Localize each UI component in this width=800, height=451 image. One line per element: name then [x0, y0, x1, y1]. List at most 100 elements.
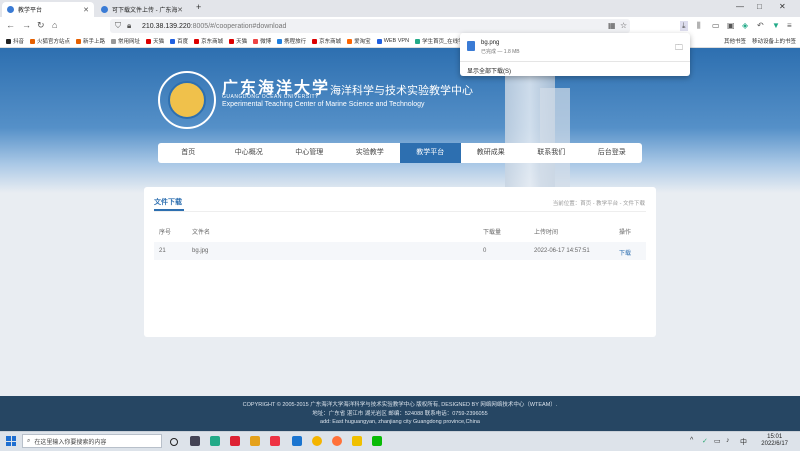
column-header-time: 上传时间	[534, 230, 559, 236]
clock-time: 15:01	[767, 434, 783, 440]
lock-icon[interactable]: 🔒︎	[127, 21, 131, 31]
app-icon[interactable]	[210, 436, 220, 446]
wechat-icon[interactable]	[372, 436, 382, 446]
reader-view-icon[interactable]: ▦	[608, 21, 616, 30]
bookmark-item[interactable]: 常用网址	[111, 37, 140, 45]
bookmark-item[interactable]: 微博	[253, 37, 271, 45]
image-file-icon	[467, 41, 475, 51]
app-icon[interactable]	[230, 436, 240, 446]
task-view-icon[interactable]	[190, 436, 200, 446]
network-icon[interactable]: ▭	[714, 437, 721, 445]
divider	[154, 211, 646, 212]
cortana-icon[interactable]	[170, 438, 178, 446]
show-all-downloads-button[interactable]: 显示全部下载(S)	[467, 66, 511, 75]
tray-app-icon[interactable]: ✓	[702, 437, 708, 445]
main-nav: 首页 中心概况 中心管理 实验教学 教学平台 教研成果 联系我们 后台登录	[158, 143, 642, 163]
bookmark-item[interactable]: 携程旅行	[277, 37, 306, 45]
file-explorer-icon[interactable]	[250, 436, 260, 446]
bookmark-item[interactable]: 天猫	[229, 37, 247, 45]
nav-experiment[interactable]: 实验教学	[340, 143, 401, 163]
windows-start-icon[interactable]	[6, 436, 16, 446]
cell-id: 21	[159, 248, 166, 254]
bookmark-item[interactable]: 抖音	[6, 37, 24, 45]
downloads-icon[interactable]: ⤓	[680, 21, 688, 31]
new-tab-button[interactable]: +	[196, 2, 201, 12]
extension-icon[interactable]: ◈	[742, 21, 748, 30]
nav-teaching-platform[interactable]: 教学平台	[400, 143, 461, 163]
other-bookmarks[interactable]: 其他书签	[724, 37, 746, 45]
downloads-panel: bg.png 已完成 — 1.8 MB 🗀 显示全部下载(S)	[460, 33, 690, 76]
nav-contact[interactable]: 联系我们	[521, 143, 582, 163]
url-host: 210.38.139.220	[142, 22, 191, 30]
reload-icon[interactable]: ↻	[37, 20, 45, 31]
tab-teaching-platform[interactable]: 教学平台 ✕	[2, 2, 94, 17]
center-name-en: Experimental Teaching Center of Marine S…	[222, 101, 425, 108]
reader-icon[interactable]: ▭	[712, 21, 720, 30]
app-icon[interactable]	[352, 436, 362, 446]
back-icon[interactable]: ←	[6, 20, 15, 30]
column-header-action: 操作	[619, 230, 632, 236]
nav-admin-login[interactable]: 后台登录	[582, 143, 643, 163]
download-link[interactable]: 下载	[619, 248, 631, 257]
bookmark-item[interactable]: WEB VPN	[376, 38, 409, 44]
bookmark-item[interactable]: 京东商城	[194, 37, 223, 45]
url-path: :8005/#/cooperation#download	[190, 22, 287, 30]
breadcrumb: 当前位置：首页 - 教学平台 - 文件下载	[552, 201, 645, 207]
tab-title: 可下载文件上传 - 广东海洋大学	[112, 8, 178, 14]
bookmark-item[interactable]: 爱淘宝	[347, 37, 371, 45]
nav-management[interactable]: 中心管理	[279, 143, 340, 163]
nav-overview[interactable]: 中心概况	[219, 143, 280, 163]
bookmark-item[interactable]: 百度	[170, 37, 188, 45]
menu-icon[interactable]: ≡	[787, 21, 792, 30]
undo-icon[interactable]: ↶	[757, 21, 764, 30]
extension-icon[interactable]: ▣	[727, 21, 735, 30]
cell-time: 2022-06-17 14:57:51	[534, 248, 590, 254]
maximize-icon[interactable]: □	[757, 2, 762, 11]
bookmark-item[interactable]: 火狐官方站点	[30, 37, 70, 45]
clock-date: 2022/6/17	[761, 441, 788, 447]
column-header-file: 文件名	[192, 230, 211, 236]
mobile-bookmarks[interactable]: 移动设备上的书签	[752, 37, 796, 45]
center-name-cn: 海洋科学与技术实验教学中心	[330, 85, 473, 97]
footer: COPYRIGHT © 2005-2015 广东海洋大学海洋科学与技术实验教学中…	[0, 396, 800, 431]
address-bar[interactable]: ⛉ 🔒︎ 210.38.139.220 :8005/#/cooperation#…	[110, 19, 630, 33]
tower-image	[540, 88, 570, 193]
extension-icon[interactable]: ▼	[772, 21, 780, 30]
search-placeholder: 在这里输入你要搜索的内容	[34, 439, 107, 446]
nav-home[interactable]: 首页	[158, 143, 219, 163]
library-icon[interactable]: ⫼	[697, 21, 701, 31]
bookmark-star-icon[interactable]: ☆	[620, 21, 627, 30]
firefox-icon[interactable]	[332, 436, 342, 446]
taskbar-search-input[interactable]: ⌕ 在这里输入你要搜索的内容	[22, 434, 162, 448]
download-file-name[interactable]: bg.png	[481, 40, 499, 46]
bookmark-item[interactable]: 天猫	[146, 37, 164, 45]
web-page: 广东海洋大学 GUANGDONG OCEAN UNIVERSITY 海洋科学与技…	[0, 48, 800, 431]
nav-research[interactable]: 教研成果	[461, 143, 522, 163]
forward-icon[interactable]: →	[22, 20, 31, 30]
close-window-icon[interactable]: ✕	[779, 2, 786, 11]
chrome-icon[interactable]	[312, 436, 322, 446]
tab-title: 教学平台	[18, 8, 43, 14]
divider	[460, 61, 690, 62]
bookmark-item[interactable]: 京东商城	[312, 37, 341, 45]
tab-upload[interactable]: 可下载文件上传 - 广东海洋大学 ✕	[96, 2, 188, 17]
footer-copyright: COPYRIGHT © 2005-2015 广东海洋大学海洋科学与技术实验教学中…	[242, 402, 558, 408]
shield-icon[interactable]: ⛉	[115, 21, 121, 31]
school-name-en: GUANGDONG OCEAN UNIVERSITY	[222, 94, 319, 100]
bookmark-item[interactable]: 新手上路	[76, 37, 105, 45]
clock[interactable]: 15:01 2022/6/17	[761, 434, 788, 448]
column-header-downloads: 下载量	[483, 230, 502, 236]
folder-icon[interactable]: 🗀	[675, 42, 683, 56]
tray-chevron-icon[interactable]: ^	[690, 437, 693, 444]
volume-icon[interactable]: ♪	[726, 437, 730, 444]
edge-icon[interactable]	[292, 436, 302, 446]
input-language[interactable]: 中	[740, 437, 747, 447]
minimize-icon[interactable]: —	[736, 2, 744, 11]
column-header-id: 序号	[159, 230, 172, 236]
close-icon[interactable]: ✕	[83, 6, 89, 14]
browser-tab-bar: 教学平台 ✕ 可下载文件上传 - 广东海洋大学 ✕ + — □ ✕	[0, 0, 800, 17]
close-icon[interactable]: ✕	[177, 6, 183, 14]
app-icon[interactable]	[270, 436, 280, 446]
home-icon[interactable]: ⌂	[52, 20, 57, 30]
download-panel: 文件下载 当前位置：首页 - 教学平台 - 文件下载 序号 文件名 下载量 上传…	[144, 187, 656, 337]
